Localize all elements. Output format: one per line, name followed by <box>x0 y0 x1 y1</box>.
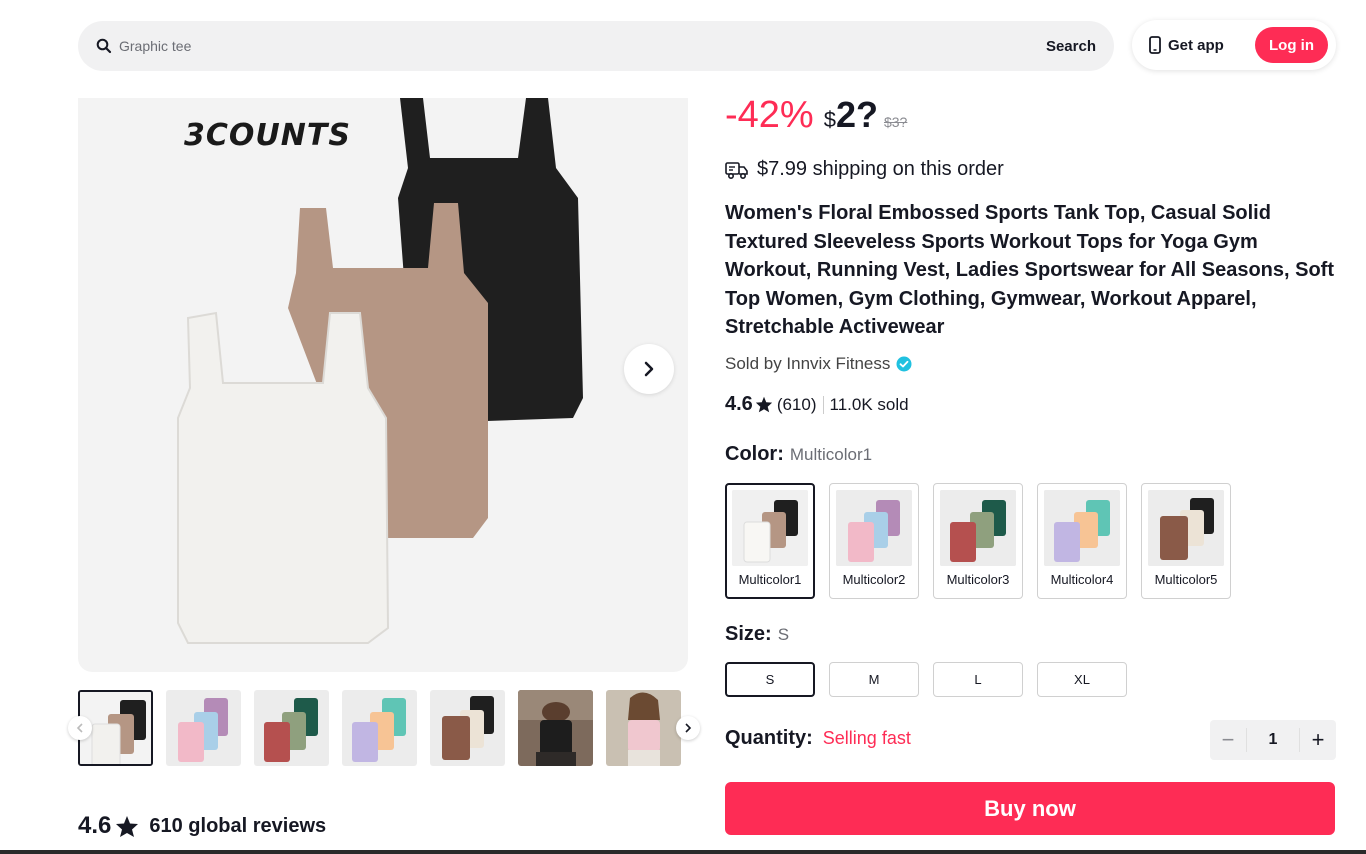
thumbnail[interactable] <box>518 690 593 766</box>
color-option[interactable]: Multicolor1 <box>725 483 815 599</box>
seller-name: Sold by Innvix Fitness <box>725 354 891 373</box>
reviews-rating: 4.6 <box>78 812 112 839</box>
size-label-row: Size: S <box>725 623 789 646</box>
thumbnail[interactable] <box>342 690 417 766</box>
header-actions: Get app Log in <box>1132 20 1336 70</box>
discount-badge: -42% <box>725 94 814 136</box>
chevron-right-icon <box>684 723 692 733</box>
search-button[interactable]: Search <box>1046 38 1096 55</box>
quantity-stepper: − 1 + <box>1210 720 1336 760</box>
verified-badge-icon <box>896 356 912 372</box>
rating-value: 4.6 <box>725 393 753 415</box>
color-option[interactable]: Multicolor3 <box>933 483 1023 599</box>
get-app-label: Get app <box>1168 36 1224 54</box>
thumbnail[interactable] <box>430 690 505 766</box>
color-option-label: Multicolor4 <box>1050 572 1114 587</box>
color-selected-value: Multicolor1 <box>789 445 873 464</box>
color-label-row: Color: Multicolor1 <box>725 443 872 466</box>
search-input[interactable]: Graphic tee <box>119 38 1046 54</box>
login-button[interactable]: Log in <box>1255 27 1328 63</box>
selling-fast-status: Selling fast <box>822 728 911 748</box>
star-icon <box>115 815 139 838</box>
product-photo <box>177 98 583 644</box>
get-app-button[interactable]: Get app <box>1148 36 1255 54</box>
rating-row: 4.6 (610) 11.0K sold <box>725 393 909 416</box>
color-options: Multicolor1 Multicolor2 Multicolor3 Mult… <box>725 483 1231 599</box>
chevron-right-icon <box>642 361 656 377</box>
size-options: S M L XL <box>725 662 1127 697</box>
buy-now-button[interactable]: Buy now <box>725 782 1335 835</box>
thumbnail-next-button[interactable] <box>676 716 700 740</box>
search-icon <box>96 38 112 54</box>
size-option[interactable]: L <box>933 662 1023 697</box>
thumbnail[interactable] <box>606 690 681 766</box>
product-main-image[interactable]: 3COUNTS <box>78 98 688 672</box>
color-label: Color: <box>725 443 784 465</box>
product-title: Women's Floral Embossed Sports Tank Top,… <box>725 202 1334 338</box>
color-option-label: Multicolor3 <box>946 572 1010 587</box>
color-option[interactable]: Multicolor5 <box>1141 483 1231 599</box>
brand-watermark: 3COUNTS <box>184 118 351 153</box>
thumbnail[interactable] <box>166 690 241 766</box>
shipping-info: $7.99 shipping on this order <box>725 158 1004 181</box>
quantity-decrease-button[interactable]: − <box>1210 720 1246 760</box>
seller-link[interactable]: Sold by Innvix Fitness <box>725 354 912 374</box>
reviews-count: 610 global reviews <box>149 814 327 837</box>
thumbnail-strip <box>78 690 690 768</box>
quantity-label: Quantity: <box>725 727 813 749</box>
search-bar[interactable]: Graphic tee Search <box>78 21 1114 71</box>
color-option[interactable]: Multicolor4 <box>1037 483 1127 599</box>
bottom-bar <box>0 850 1366 854</box>
color-option[interactable]: Multicolor2 <box>829 483 919 599</box>
reviews-summary: 4.6 610 global reviews <box>78 812 326 840</box>
size-option[interactable]: XL <box>1037 662 1127 697</box>
phone-icon <box>1148 36 1162 54</box>
original-price: $3? <box>883 114 908 130</box>
price-currency: $ <box>823 107 836 132</box>
thumbnail[interactable] <box>254 690 329 766</box>
thumbnail-prev-button[interactable] <box>68 716 92 740</box>
truck-icon <box>725 160 749 180</box>
rating-count[interactable]: (610) <box>777 395 817 415</box>
size-selected-value: S <box>777 625 790 644</box>
size-option[interactable]: M <box>829 662 919 697</box>
chevron-left-icon <box>76 723 84 733</box>
price: 2? <box>835 94 878 135</box>
color-option-label: Multicolor2 <box>842 572 906 587</box>
size-label: Size: <box>725 623 772 645</box>
quantity-label-row: Quantity: Selling fast <box>725 727 911 750</box>
quantity-increase-button[interactable]: + <box>1300 720 1336 760</box>
quantity-value[interactable]: 1 <box>1246 728 1300 752</box>
size-option[interactable]: S <box>725 662 815 697</box>
next-image-button[interactable] <box>624 344 674 394</box>
color-option-label: Multicolor5 <box>1154 572 1218 587</box>
price-row: -42% $ 2? $3? <box>725 94 907 137</box>
divider <box>822 395 824 414</box>
star-icon <box>755 396 773 413</box>
sold-count: 11.0K sold <box>829 394 909 414</box>
color-option-label: Multicolor1 <box>738 572 802 587</box>
shipping-text: $7.99 shipping on this order <box>757 158 1004 180</box>
